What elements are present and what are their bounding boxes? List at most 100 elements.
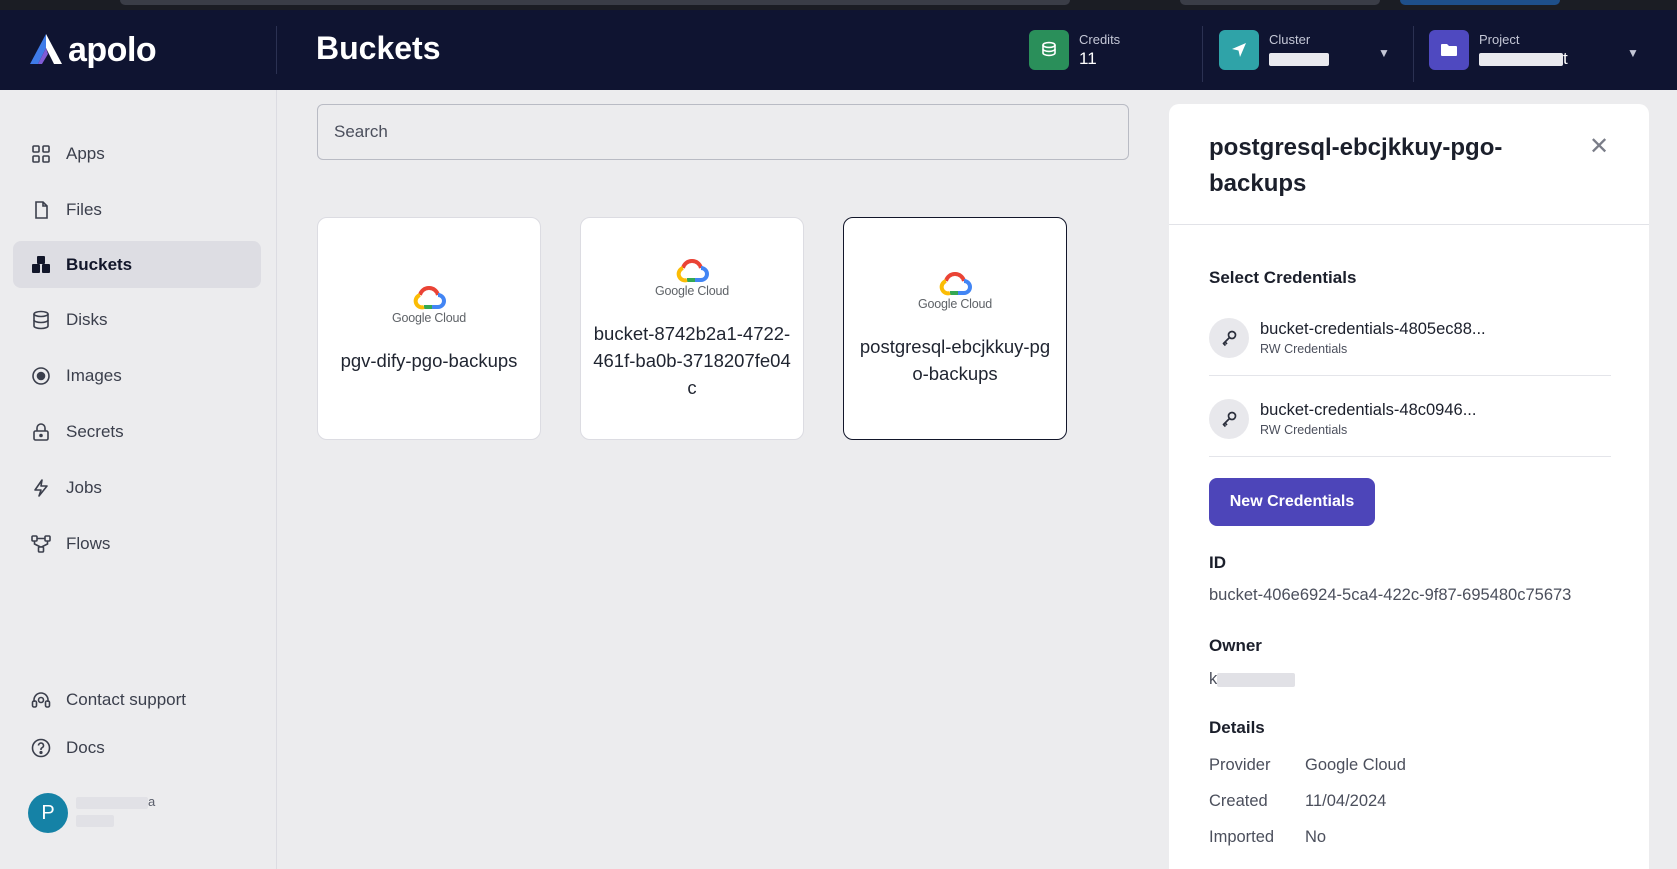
sidebar-item-label: Secrets xyxy=(66,421,124,441)
google-cloud-logo: Google Cloud xyxy=(392,284,466,325)
sidebar-item-label: Buckets xyxy=(66,254,133,274)
chevron-down-icon[interactable]: ▼ xyxy=(1378,46,1390,60)
sidebar-item-label: Files xyxy=(66,199,102,219)
browser-chrome-strip xyxy=(0,0,1677,10)
sidebar-item-files[interactable]: Files xyxy=(13,186,261,233)
sidebar-item-label: Flows xyxy=(66,533,111,553)
apps-grid-icon xyxy=(30,143,52,165)
project-selector[interactable]: Project t xyxy=(1429,28,1629,72)
divider xyxy=(276,26,277,74)
top-bar: apolo Buckets Credits 11 Cluster ▼ Proje… xyxy=(0,10,1677,90)
credential-name: bucket-credentials-48c0946... xyxy=(1260,401,1477,419)
folder-icon xyxy=(1429,30,1469,70)
search-input[interactable] xyxy=(317,104,1129,160)
sidebar-item-label: Images xyxy=(66,365,122,385)
browser-tab-strip xyxy=(120,0,1070,5)
user-org xyxy=(76,812,114,827)
sidebar: Apps Files Buckets Disks Images Secrets xyxy=(0,90,277,869)
google-cloud-logo-text: Google Cloud xyxy=(917,297,993,311)
bucket-card-selected[interactable]: Google Cloud postgresql-ebcjkkuy-pgo-bac… xyxy=(843,217,1067,440)
sidebar-item-disks[interactable]: Disks xyxy=(13,296,261,343)
new-credentials-button[interactable]: New Credentials xyxy=(1209,478,1375,526)
apolo-logo[interactable]: apolo xyxy=(28,28,157,72)
credential-type: RW Credentials xyxy=(1260,342,1348,356)
google-cloud-logo-text: Google Cloud xyxy=(391,310,467,325)
project-label: Project xyxy=(1479,31,1520,47)
bucket-name: postgresql-ebcjkkuy-pgo-backups xyxy=(859,336,1051,384)
chevron-down-icon[interactable]: ▼ xyxy=(1627,46,1639,60)
cluster-value xyxy=(1269,49,1329,69)
sidebar-item-label: Disks xyxy=(66,309,108,329)
imported-value: No xyxy=(1305,828,1327,846)
brand-name: apolo xyxy=(68,30,157,69)
bucket-detail-panel: postgresql-ebcjkkuy-pgo-backups ✕ Select… xyxy=(1169,104,1649,869)
credential-name: bucket-credentials-4805ec88... xyxy=(1260,320,1486,338)
bucket-id-value: bucket-406e6924-5ca4-422c-9f87-695480c75… xyxy=(1209,586,1572,604)
buckets-icon xyxy=(30,254,52,276)
user-name[interactable]: a xyxy=(76,794,155,809)
created-key: Created xyxy=(1209,792,1268,810)
docs-link[interactable]: Docs xyxy=(13,724,261,771)
owner-value-prefix: k xyxy=(1209,670,1218,688)
bucket-name: bucket-8742b2a1-4722-461f-ba0b-3718207fe… xyxy=(593,322,791,398)
bucket-card[interactable]: Google Cloud bucket-8742b2a1-4722-461f-b… xyxy=(580,217,804,440)
sidebar-item-buckets[interactable]: Buckets xyxy=(13,241,261,288)
lightning-icon xyxy=(30,477,52,499)
sidebar-item-apps[interactable]: Apps xyxy=(13,130,261,177)
sidebar-item-flows[interactable]: Flows xyxy=(13,520,261,567)
google-cloud-logo-text: Google Cloud xyxy=(654,283,730,298)
project-value-suffix: t xyxy=(1563,48,1568,68)
google-cloud-icon xyxy=(939,272,972,296)
close-icon[interactable]: ✕ xyxy=(1587,133,1611,160)
apolo-logo-icon xyxy=(28,32,64,68)
sidebar-item-images[interactable]: Images xyxy=(13,352,261,399)
provider-key: Provider xyxy=(1209,756,1271,774)
key-icon xyxy=(1209,399,1249,439)
contact-support-label: Contact support xyxy=(66,689,187,709)
credential-type: RW Credentials xyxy=(1260,423,1348,437)
imported-key: Imported xyxy=(1209,828,1275,846)
divider xyxy=(1413,26,1414,82)
database-icon xyxy=(30,309,52,331)
sidebar-item-label: Apps xyxy=(66,143,105,163)
credential-item[interactable]: bucket-credentials-48c0946... RW Credent… xyxy=(1209,387,1611,457)
cluster-label: Cluster xyxy=(1269,31,1311,47)
sidebar-item-label: Jobs xyxy=(66,477,102,497)
sidebar-item-jobs[interactable]: Jobs xyxy=(13,464,261,511)
divider xyxy=(1169,224,1649,225)
key-icon xyxy=(1209,318,1249,358)
owner-label: Owner xyxy=(1209,636,1262,655)
help-circle-icon xyxy=(30,737,52,759)
headset-icon xyxy=(30,689,52,711)
credits-label: Credits xyxy=(1079,31,1121,47)
avatar[interactable]: P xyxy=(28,793,68,833)
coins-icon xyxy=(1029,30,1069,70)
flow-icon xyxy=(30,533,52,555)
send-icon xyxy=(1219,30,1259,70)
google-cloud-icon xyxy=(676,258,709,282)
cluster-selector[interactable]: Cluster xyxy=(1219,28,1399,72)
browser-tab-strip xyxy=(1400,0,1560,5)
sidebar-item-secrets[interactable]: Secrets xyxy=(13,408,261,455)
provider-value: Google Cloud xyxy=(1305,756,1406,774)
file-icon xyxy=(30,199,52,221)
bucket-card[interactable]: Google Cloud pgv-dify-pgo-backups xyxy=(317,217,541,440)
browser-tab-strip xyxy=(1180,0,1380,5)
page-title: Buckets xyxy=(316,30,441,66)
bucket-name: pgv-dify-pgo-backups xyxy=(340,349,518,371)
lock-icon xyxy=(30,421,52,443)
project-value: t xyxy=(1479,49,1568,69)
credits-widget: Credits 11 xyxy=(1029,28,1120,72)
google-cloud-logo: Google Cloud xyxy=(655,257,729,298)
divider xyxy=(1202,26,1203,82)
owner-value: k xyxy=(1209,670,1296,689)
created-value: 11/04/2024 xyxy=(1305,792,1387,810)
docs-label: Docs xyxy=(66,737,105,757)
credits-value: 11 xyxy=(1079,48,1097,68)
select-credentials-heading: Select Credentials xyxy=(1209,268,1357,287)
image-icon xyxy=(30,365,52,387)
panel-title: postgresql-ebcjkkuy-pgo-backups xyxy=(1209,134,1503,197)
contact-support-link[interactable]: Contact support xyxy=(13,676,261,723)
id-label: ID xyxy=(1209,553,1226,572)
credential-item[interactable]: bucket-credentials-4805ec88... RW Creden… xyxy=(1209,306,1611,376)
